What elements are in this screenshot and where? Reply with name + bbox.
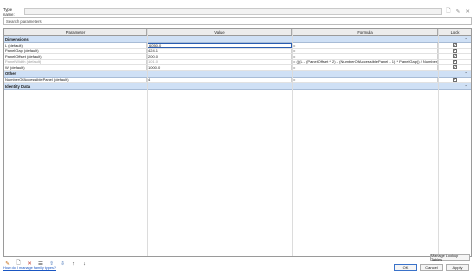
- value-cell[interactable]: 4: [147, 77, 292, 82]
- move-down-icon[interactable]: ⇩: [59, 260, 66, 267]
- group-name: Dimensions: [5, 36, 29, 42]
- sort-descending-icon[interactable]: ↓: [81, 260, 88, 267]
- lock-cell: ✓: [438, 60, 471, 65]
- parameters-table: Parameter Value Formula Lock Dimensions ⌃…: [3, 28, 472, 257]
- group-header[interactable]: Other ⌃: [4, 70, 471, 78]
- parameter-cell: NumberOfAccessiblePanel (default): [4, 77, 147, 82]
- lock-checkbox[interactable]: ✓: [453, 78, 457, 82]
- manage-lookup-tables-button[interactable]: Manage Lookup Tables: [430, 254, 470, 262]
- formula-cell[interactable]: =: [292, 43, 438, 48]
- parameter-groups: Dimensions ⌃ L (default) 6050.0 = ✓ PanelGap (…: [4, 36, 471, 90]
- value-cell[interactable]: 6050.0: [147, 43, 292, 48]
- formula-cell[interactable]: =: [292, 48, 438, 53]
- table-header: Parameter Value Formula Lock: [4, 29, 471, 36]
- group-header[interactable]: Identity Data ⌃: [4, 83, 471, 90]
- search-placeholder: Search parameters: [6, 18, 42, 24]
- lock-cell: ✓: [438, 54, 471, 59]
- value-cell[interactable]: 424.1: [147, 48, 292, 53]
- parameter-cell: L (default): [4, 43, 147, 48]
- lock-checkbox[interactable]: ✓: [453, 49, 457, 53]
- search-parameters-input[interactable]: Search parameters: [3, 17, 472, 25]
- rename-type-icon[interactable]: ✎: [455, 8, 462, 15]
- header-parameter[interactable]: Parameter: [4, 29, 147, 35]
- sort-ascending-icon[interactable]: ↑: [70, 260, 77, 267]
- parameter-cell: PanelWidth (default): [4, 59, 147, 64]
- header-formula[interactable]: Formula: [292, 29, 438, 35]
- lock-checkbox[interactable]: ✓: [453, 54, 457, 59]
- value-cell[interactable]: 1000.0: [147, 65, 292, 70]
- group-name: Other: [5, 71, 17, 76]
- cancel-button[interactable]: Cancel: [420, 264, 443, 271]
- lock-checkbox[interactable]: ✓: [453, 60, 457, 64]
- lock-checkbox[interactable]: ✓: [453, 43, 457, 48]
- value-cell[interactable]: 200.0: [147, 54, 292, 59]
- lock-cell: ✓: [438, 65, 471, 70]
- lock-cell: ✓: [438, 49, 471, 54]
- group-header[interactable]: Dimensions ⌃: [4, 36, 471, 43]
- parameter-cell: PanelGap (default): [4, 48, 147, 53]
- collapse-toggle-icon[interactable]: ⌃: [464, 84, 468, 89]
- lock-checkbox[interactable]: ✓: [453, 65, 457, 70]
- parameter-cell: PanelOffset (default): [4, 54, 147, 59]
- new-type-icon[interactable]: 🗋: [445, 8, 452, 15]
- header-value[interactable]: Value: [147, 29, 292, 35]
- delete-type-icon[interactable]: ✕: [464, 8, 471, 15]
- type-name-row: Type name: 🗋 ✎ ✕: [3, 6, 471, 17]
- parameter-cell: W (default): [4, 65, 147, 70]
- formula-cell[interactable]: =: [292, 65, 438, 70]
- help-link[interactable]: How do I manage family types?: [3, 266, 56, 270]
- ok-button[interactable]: OK: [394, 264, 417, 271]
- formula-cell[interactable]: = (((L - (PanelOffset * 2) - (NumberOfAc…: [292, 59, 438, 64]
- collapse-toggle-icon[interactable]: ⌃: [464, 71, 468, 76]
- formula-cell[interactable]: =: [292, 54, 438, 59]
- header-lock[interactable]: Lock: [438, 29, 471, 35]
- formula-cell[interactable]: =: [292, 77, 438, 82]
- type-name-dropdown[interactable]: [23, 8, 442, 15]
- lock-cell: ✓: [438, 78, 471, 83]
- value-cell[interactable]: 101.0: [147, 59, 292, 64]
- collapse-toggle-icon[interactable]: ⌃: [464, 37, 468, 42]
- apply-button[interactable]: Apply: [446, 264, 469, 271]
- type-name-label: Type name:: [3, 6, 15, 17]
- lock-cell: ✓: [438, 43, 471, 48]
- group-name: Identity Data: [5, 83, 31, 89]
